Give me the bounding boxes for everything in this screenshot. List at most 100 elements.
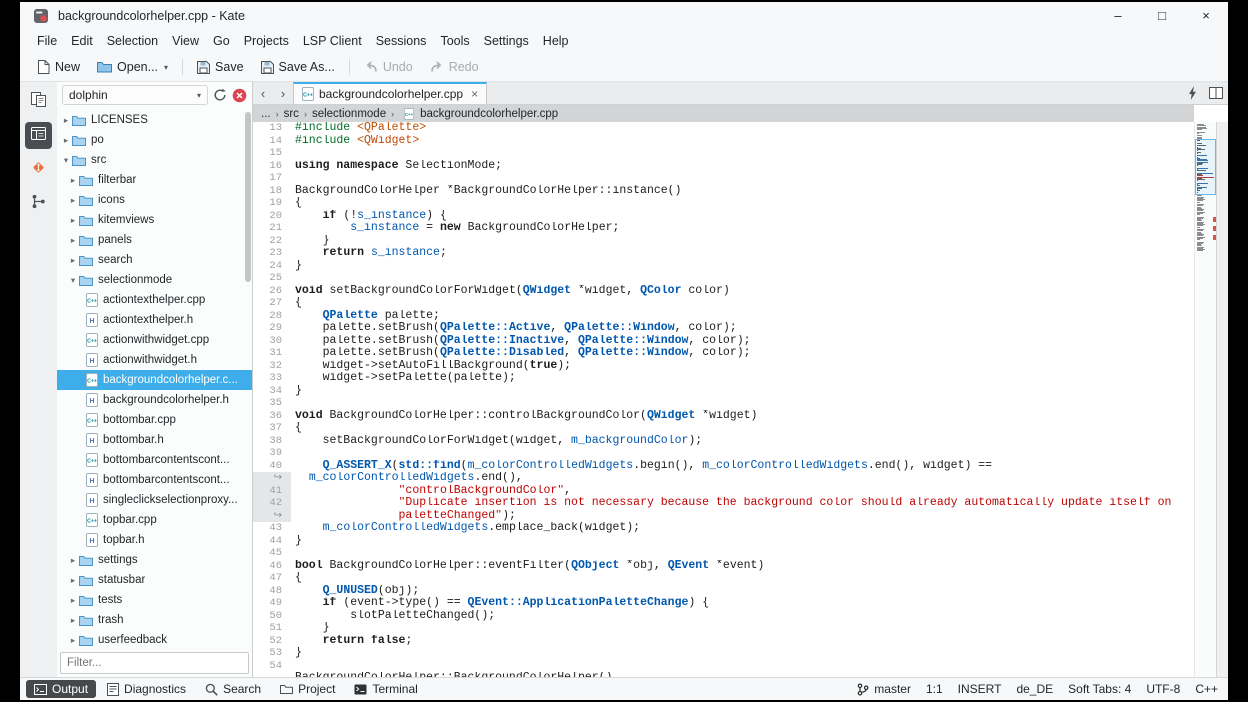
breadcrumb-file[interactable]: backgroundcolorhelper.cpp	[420, 108, 558, 120]
line-number[interactable]: 27	[253, 297, 291, 310]
wrap-arrow-icon[interactable]: ↪	[253, 472, 291, 485]
line-number[interactable]: 21	[253, 222, 291, 235]
tree-folder-row[interactable]: ▸ icons	[57, 190, 252, 210]
tree-file-row[interactable]: Htopbar.h	[57, 530, 252, 550]
menu-help[interactable]: Help	[538, 31, 574, 51]
tree-folder-row[interactable]: ▸ statusbar	[57, 570, 252, 590]
menu-go[interactable]: Go	[208, 31, 235, 51]
menu-edit[interactable]: Edit	[66, 31, 98, 51]
tree-folder-row[interactable]: ▸ search	[57, 250, 252, 270]
tree-file-row[interactable]: Hactiontexthelper.h	[57, 310, 252, 330]
status-git-branch[interactable]: master	[857, 682, 911, 696]
tab-close-icon[interactable]: ×	[471, 87, 478, 101]
code-line[interactable]: 54	[253, 660, 1194, 673]
code-line[interactable]: 46 bool BackgroundColorHelper::eventFilte…	[253, 560, 1194, 573]
minimize-button[interactable]: –	[1096, 2, 1140, 29]
code-line[interactable]: 22 }	[253, 235, 1194, 248]
line-number[interactable]: 42	[253, 497, 291, 510]
code-line[interactable]: 32 widget->setAutoFillBackground(true);	[253, 360, 1194, 373]
breadcrumb-item-src[interactable]: src	[284, 108, 299, 120]
maximize-button[interactable]: □	[1140, 2, 1184, 29]
code-line[interactable]: 27 {	[253, 297, 1194, 310]
status-tab-settings[interactable]: Soft Tabs: 4	[1068, 682, 1131, 696]
output-view-button[interactable]: Output	[26, 680, 97, 698]
line-number[interactable]: 15	[253, 147, 291, 160]
line-number[interactable]: 41	[253, 484, 291, 497]
symbols-tool-button[interactable]	[25, 190, 52, 217]
title-bar[interactable]: backgroundcolorhelper.cpp - Kate – □ ×	[20, 2, 1228, 29]
code-line[interactable]: 52 return false;	[253, 635, 1194, 648]
line-number[interactable]: 39	[253, 447, 291, 460]
save-button[interactable]: Save	[190, 57, 251, 77]
line-number[interactable]: 49	[253, 597, 291, 610]
line-number[interactable]: 53	[253, 647, 291, 660]
diagnostics-view-button[interactable]: Diagnostics	[99, 680, 194, 698]
code-line[interactable]: 28 QPalette palette;	[253, 310, 1194, 323]
line-number[interactable]: 34	[253, 385, 291, 398]
close-button[interactable]: ×	[1184, 2, 1228, 29]
terminal-view-button[interactable]: Terminal	[346, 680, 425, 698]
minimap-viewport[interactable]	[1195, 139, 1216, 196]
line-number[interactable]: 43	[253, 522, 291, 535]
line-number[interactable]: 32	[253, 360, 291, 373]
tree-folder-row[interactable]: ▸ LICENSES	[57, 110, 252, 130]
code-line[interactable]: 17	[253, 172, 1194, 185]
code-line-continuation[interactable]: ↪ paletteChanged");	[253, 509, 1194, 522]
code-line[interactable]: 38 setBackgroundColorForWidget(widget, m…	[253, 435, 1194, 448]
line-number[interactable]: 17	[253, 172, 291, 185]
line-number[interactable]: 30	[253, 335, 291, 348]
tree-file-row[interactable]: Hbottombarcontentscont...	[57, 470, 252, 490]
code-line[interactable]: 53}	[253, 647, 1194, 660]
code-line[interactable]: 41 "controlBackgroundColor",	[253, 484, 1194, 497]
breadcrumb-collapsed[interactable]: ...	[261, 108, 271, 120]
tree-folder-row[interactable]: ▸ userfeedback	[57, 630, 252, 649]
undo-button[interactable]: Undo	[357, 57, 420, 77]
project-selector[interactable]: dolphin ▾	[62, 85, 208, 105]
code-line[interactable]: 49 if (event->type() == QEvent::Applicat…	[253, 597, 1194, 610]
line-number[interactable]: 45	[253, 547, 291, 560]
tree-folder-row[interactable]: ▸ tests	[57, 590, 252, 610]
code-line[interactable]: 34}	[253, 385, 1194, 398]
menu-selection[interactable]: Selection	[102, 31, 163, 51]
menu-file[interactable]: File	[32, 31, 62, 51]
code-line[interactable]: 24}	[253, 260, 1194, 273]
tree-folder-row[interactable]: ▸ kitemviews	[57, 210, 252, 230]
line-number[interactable]: 23	[253, 247, 291, 260]
code-line[interactable]: 48 Q_UNUSED(obj);	[253, 585, 1194, 598]
code-line[interactable]: 15	[253, 147, 1194, 160]
line-number[interactable]: 31	[253, 347, 291, 360]
close-panel-icon[interactable]	[232, 88, 247, 103]
line-number[interactable]: 36	[253, 410, 291, 423]
tree-folder-row[interactable]: ▾ selectionmode	[57, 270, 252, 290]
tree-folder-row[interactable]: ▸ po	[57, 130, 252, 150]
code-line[interactable]: 35	[253, 397, 1194, 410]
tree-file-row[interactable]: Hactionwithwidget.h	[57, 350, 252, 370]
tree-folder-row[interactable]: ▸ trash	[57, 610, 252, 630]
minimap-scrollbar[interactable]	[1194, 122, 1216, 677]
tab-backgroundcolorhelper-cpp[interactable]: C++ backgroundcolorhelper.cpp ×	[293, 82, 488, 104]
code-line[interactable]: 16 using namespace SelectionMode;	[253, 160, 1194, 173]
code-line[interactable]: 13 #include <QPalette>	[253, 122, 1194, 135]
projects-tool-button[interactable]	[25, 122, 52, 149]
code-line-continuation[interactable]: ↪ m_colorControlledWidgets.end(),	[253, 472, 1194, 485]
menu-projects[interactable]: Projects	[239, 31, 294, 51]
reload-project-icon[interactable]	[213, 88, 227, 102]
line-number[interactable]: 22	[253, 235, 291, 248]
line-number[interactable]: 44	[253, 535, 291, 548]
line-number[interactable]: 52	[253, 635, 291, 648]
code-line[interactable]: 51 }	[253, 622, 1194, 635]
tree-file-row[interactable]: Hbottombar.h	[57, 430, 252, 450]
code-line[interactable]: 31 palette.setBrush(QPalette::Disabled, …	[253, 347, 1194, 360]
line-number[interactable]: 54	[253, 660, 291, 673]
code-line[interactable]: 18 BackgroundColorHelper *BackgroundColor…	[253, 185, 1194, 198]
line-number[interactable]: 20	[253, 210, 291, 223]
line-number[interactable]: 24	[253, 260, 291, 273]
documents-tool-button[interactable]	[25, 88, 52, 115]
menu-settings[interactable]: Settings	[479, 31, 534, 51]
split-view-icon[interactable]	[1204, 82, 1228, 104]
code-line[interactable]: 14 #include <QWidget>	[253, 135, 1194, 148]
code-line[interactable]: 30 palette.setBrush(QPalette::Inactive, …	[253, 335, 1194, 348]
status-cursor-position[interactable]: 1:1	[926, 682, 943, 696]
forward-icon[interactable]: ›	[273, 82, 293, 104]
line-number[interactable]: 19	[253, 197, 291, 210]
